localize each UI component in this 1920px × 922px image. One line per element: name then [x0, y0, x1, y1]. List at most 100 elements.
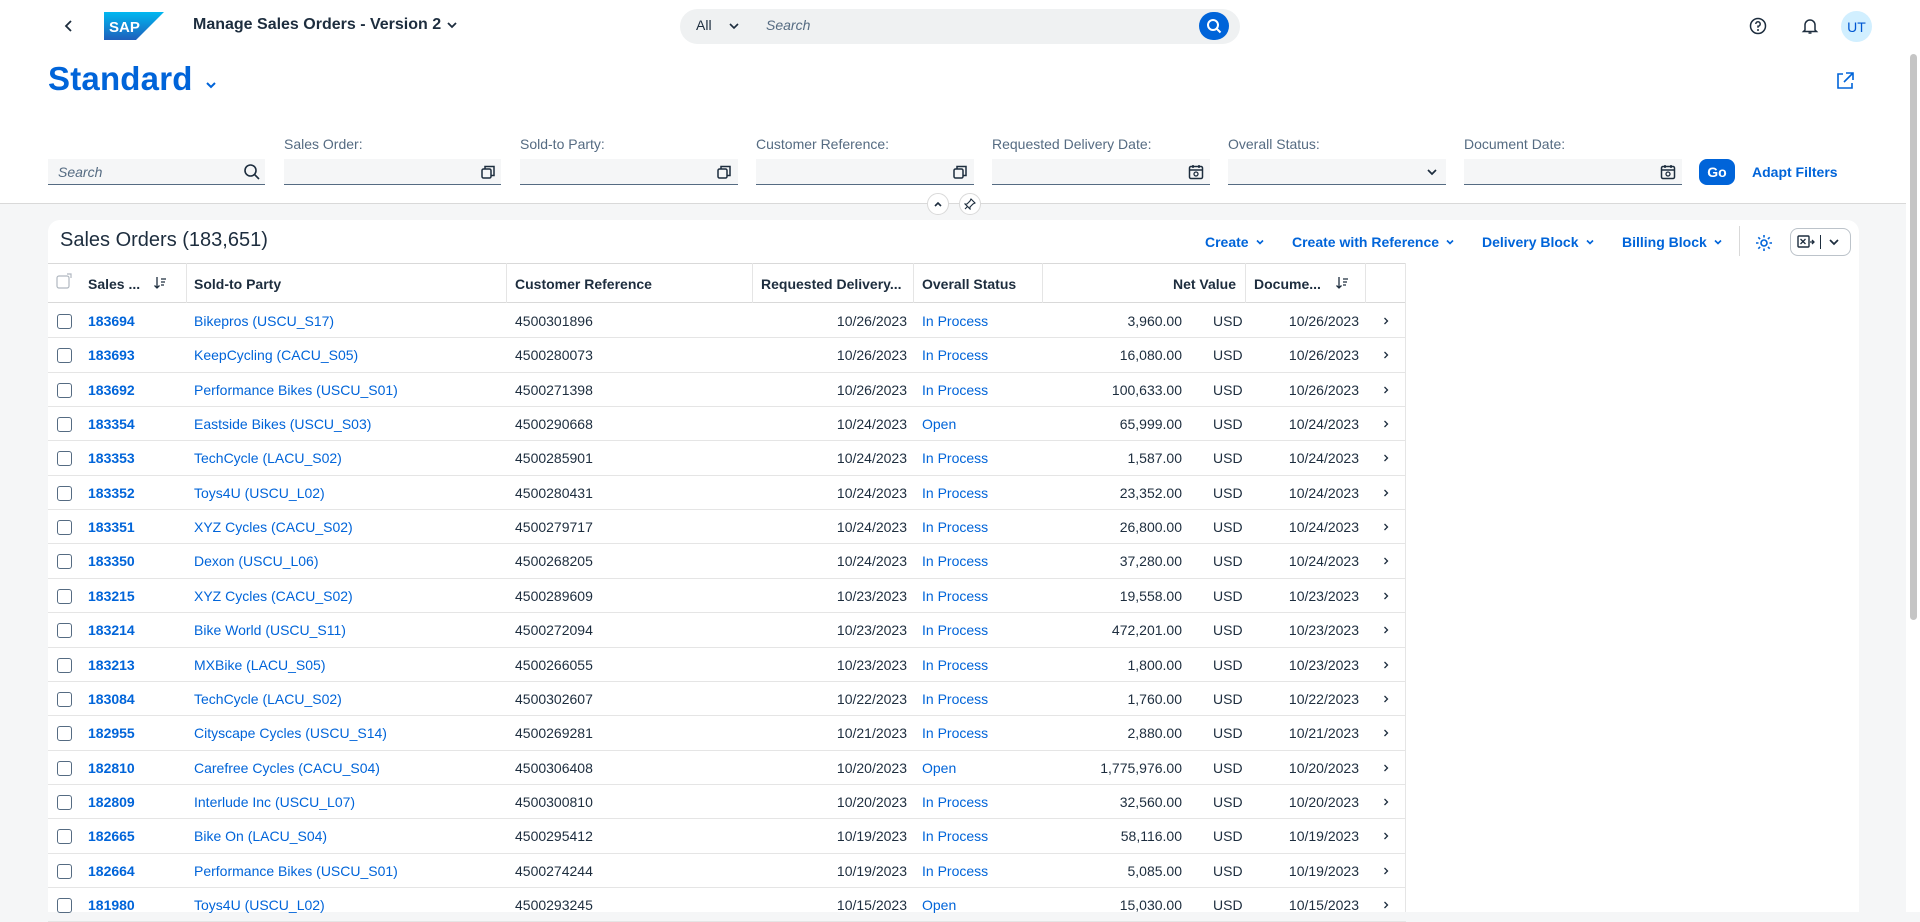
sales-order-link[interactable]: 182955 — [88, 725, 135, 741]
avatar[interactable]: UT — [1841, 11, 1872, 42]
search-icon[interactable] — [243, 163, 261, 181]
overall-status-link[interactable]: In Process — [922, 794, 988, 810]
sales-order-link[interactable]: 183352 — [88, 485, 135, 501]
chevron-right-icon[interactable] — [1381, 866, 1391, 876]
overall-status-link[interactable]: In Process — [922, 450, 988, 466]
sales-order-link[interactable]: 182665 — [88, 828, 135, 844]
overall-status-link[interactable]: Open — [922, 760, 956, 776]
chevron-down-icon[interactable] — [204, 78, 218, 92]
sold-to-party-link[interactable]: Cityscape Cycles (USCU_S14) — [194, 725, 387, 741]
overall-status-link[interactable]: In Process — [922, 553, 988, 569]
sold-to-party-link[interactable]: Bike World (USCU_S11) — [194, 622, 346, 638]
sold-to-party-link[interactable]: Performance Bikes (USCU_S01) — [194, 382, 398, 398]
row-checkbox[interactable] — [57, 761, 72, 776]
pin-header-button[interactable] — [959, 193, 981, 215]
chevron-right-icon[interactable] — [1381, 660, 1391, 670]
adapt-filters-button[interactable]: Adapt Filters — [1752, 164, 1838, 180]
sales-order-link[interactable]: 183694 — [88, 313, 135, 329]
sort-descending-icon[interactable] — [153, 276, 167, 290]
calendar-icon[interactable] — [1659, 163, 1677, 181]
overall-status-link[interactable]: Open — [922, 897, 956, 913]
export-button[interactable] — [1790, 228, 1851, 256]
sold-to-party-link[interactable]: Toys4U (USCU_L02) — [194, 485, 325, 501]
sales-order-link[interactable]: 183353 — [88, 450, 135, 466]
sap-logo[interactable]: SAP — [104, 12, 164, 40]
sales-order-link[interactable]: 182664 — [88, 863, 135, 879]
search-scope-select[interactable]: All — [696, 17, 712, 33]
overall-status-link[interactable]: In Process — [922, 657, 988, 673]
sold-to-party-link[interactable]: Bike On (LACU_S04) — [194, 828, 327, 844]
column-header-net-value[interactable]: Net Value — [1080, 276, 1236, 292]
row-checkbox[interactable] — [57, 829, 72, 844]
chevron-right-icon[interactable] — [1381, 728, 1391, 738]
column-header-sales-order[interactable]: Sales ... — [88, 276, 140, 292]
billing-block-button[interactable]: Billing Block — [1622, 234, 1723, 250]
back-button[interactable] — [56, 13, 82, 39]
row-checkbox[interactable] — [57, 795, 72, 810]
overall-status-select[interactable] — [1228, 159, 1446, 185]
chevron-right-icon[interactable] — [1381, 488, 1391, 498]
sales-order-link[interactable]: 183214 — [88, 622, 135, 638]
chevron-right-icon[interactable] — [1381, 831, 1391, 841]
row-checkbox[interactable] — [57, 451, 72, 466]
row-checkbox[interactable] — [57, 520, 72, 535]
row-checkbox[interactable] — [57, 726, 72, 741]
chevron-right-icon[interactable] — [1381, 522, 1391, 532]
column-header-overall-status[interactable]: Overall Status — [922, 276, 1016, 292]
sold-to-party-link[interactable]: XYZ Cycles (CACU_S02) — [194, 519, 353, 535]
sold-to-party-link[interactable]: XYZ Cycles (CACU_S02) — [194, 588, 353, 604]
overall-status-link[interactable]: In Process — [922, 313, 988, 329]
sold-to-party-link[interactable]: Bikepros (USCU_S17) — [194, 313, 334, 329]
row-checkbox[interactable] — [57, 383, 72, 398]
column-header-sold-to-party[interactable]: Sold-to Party — [194, 276, 281, 292]
overall-status-link[interactable]: In Process — [922, 485, 988, 501]
overall-status-link[interactable]: In Process — [922, 725, 988, 741]
value-help-icon[interactable] — [715, 163, 733, 181]
sales-order-link[interactable]: 183354 — [88, 416, 135, 432]
chevron-down-icon[interactable] — [446, 19, 458, 31]
sold-to-party-link[interactable]: MXBike (LACU_S05) — [194, 657, 326, 673]
variant-title[interactable]: Standard — [48, 60, 193, 98]
chevron-right-icon[interactable] — [1381, 556, 1391, 566]
row-checkbox[interactable] — [57, 864, 72, 879]
chevron-right-icon[interactable] — [1381, 316, 1391, 326]
sales-order-field[interactable] — [284, 159, 501, 185]
overall-status-link[interactable]: In Process — [922, 828, 988, 844]
sold-to-party-link[interactable]: Toys4U (USCU_L02) — [194, 897, 325, 913]
sold-to-party-link[interactable]: TechCycle (LACU_S02) — [194, 450, 342, 466]
sales-order-link[interactable]: 182810 — [88, 760, 135, 776]
overall-status-link[interactable]: In Process — [922, 863, 988, 879]
sales-order-link[interactable]: 183692 — [88, 382, 135, 398]
sales-order-link[interactable]: 183350 — [88, 553, 135, 569]
chevron-right-icon[interactable] — [1381, 625, 1391, 635]
row-checkbox[interactable] — [57, 898, 72, 913]
notifications-button[interactable] — [1796, 12, 1824, 40]
select-all-checkbox-icon[interactable] — [56, 273, 72, 289]
sold-to-party-link[interactable]: Interlude Inc (USCU_L07) — [194, 794, 355, 810]
chevron-right-icon[interactable] — [1381, 763, 1391, 773]
sort-descending-icon[interactable] — [1335, 276, 1349, 290]
sales-order-link[interactable]: 181980 — [88, 897, 135, 913]
global-search-input[interactable]: Search — [766, 17, 810, 33]
sales-order-link[interactable]: 183351 — [88, 519, 135, 535]
go-button[interactable]: Go — [1699, 159, 1735, 185]
overall-status-link[interactable]: In Process — [922, 622, 988, 638]
search-button[interactable] — [1199, 12, 1229, 40]
share-icon[interactable] — [1834, 70, 1856, 92]
chevron-right-icon[interactable] — [1381, 350, 1391, 360]
column-header-customer-reference[interactable]: Customer Reference — [515, 276, 652, 292]
value-help-icon[interactable] — [479, 163, 497, 181]
delivery-block-button[interactable]: Delivery Block — [1482, 234, 1595, 250]
value-help-icon[interactable] — [951, 163, 969, 181]
row-checkbox[interactable] — [57, 658, 72, 673]
overall-status-link[interactable]: In Process — [922, 519, 988, 535]
sold-to-party-link[interactable]: Dexon (USCU_L06) — [194, 553, 319, 569]
sold-to-party-field[interactable] — [520, 159, 738, 185]
chevron-right-icon[interactable] — [1381, 797, 1391, 807]
sales-order-link[interactable]: 183213 — [88, 657, 135, 673]
chevron-right-icon[interactable] — [1381, 419, 1391, 429]
row-checkbox[interactable] — [57, 417, 72, 432]
chevron-down-icon[interactable] — [728, 20, 740, 32]
help-button[interactable] — [1744, 12, 1772, 40]
row-checkbox[interactable] — [57, 348, 72, 363]
